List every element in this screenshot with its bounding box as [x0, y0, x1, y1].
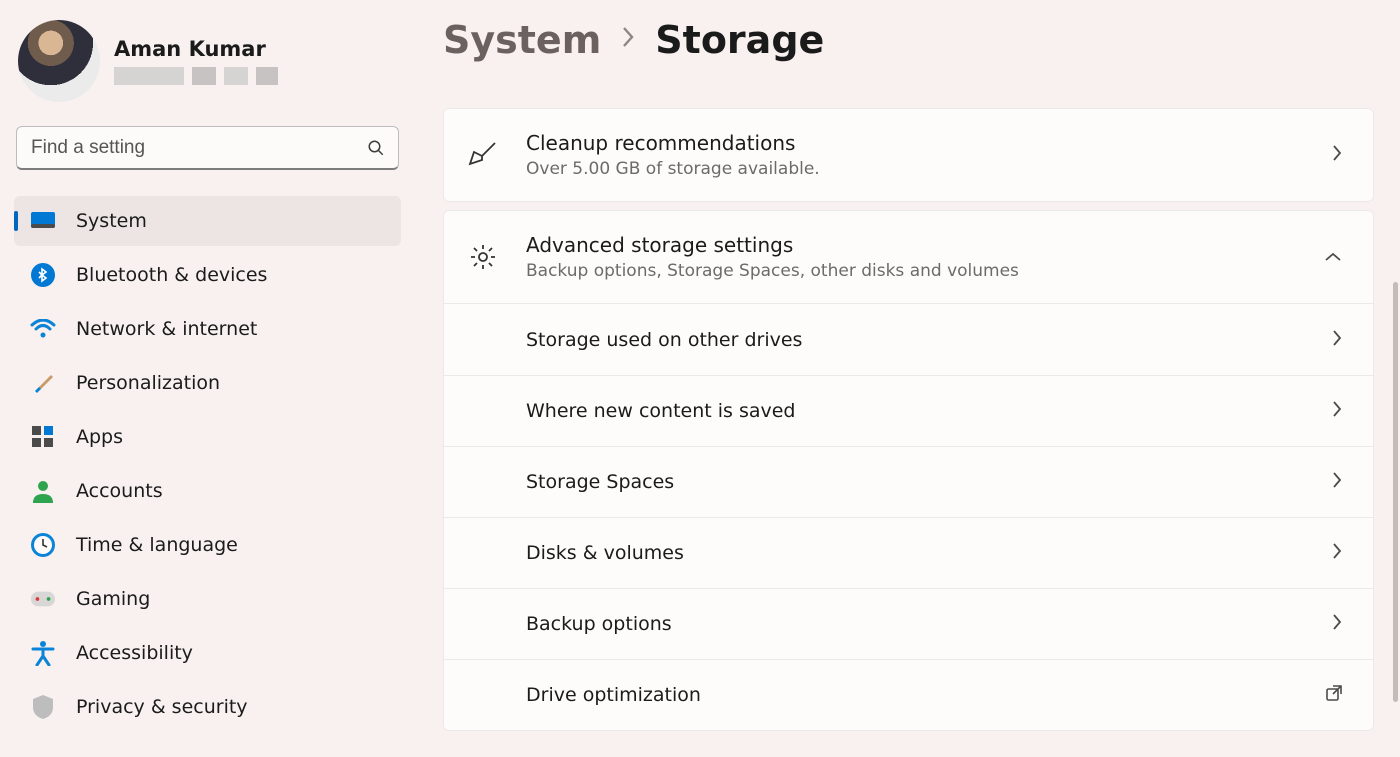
- breadcrumb-current: Storage: [655, 18, 824, 62]
- sub-storage-spaces[interactable]: Storage Spaces: [444, 446, 1373, 517]
- cleanup-recommendations-card[interactable]: Cleanup recommendations Over 5.00 GB of …: [443, 108, 1374, 202]
- sidebar-item-network[interactable]: Network & internet: [14, 304, 401, 354]
- sub-label: Disks & volumes: [526, 542, 1331, 564]
- main-content: System Storage Cleanup recommendations O…: [415, 0, 1400, 757]
- clock-icon: [30, 532, 56, 558]
- brush-icon: [30, 370, 56, 396]
- sidebar-item-gaming[interactable]: Gaming: [14, 574, 401, 624]
- sidebar-item-accounts[interactable]: Accounts: [14, 466, 401, 516]
- shield-icon: [30, 694, 56, 720]
- sidebar-item-label: Privacy & security: [76, 696, 248, 718]
- gamepad-icon: [30, 586, 56, 612]
- chevron-right-icon: [1331, 328, 1343, 352]
- scrollbar[interactable]: [1393, 92, 1398, 732]
- profile-block[interactable]: Aman Kumar: [14, 20, 401, 102]
- sub-label: Where new content is saved: [526, 400, 1331, 422]
- accessibility-icon: [30, 640, 56, 666]
- chevron-right-icon: [1331, 143, 1343, 167]
- bluetooth-icon: [30, 262, 56, 288]
- person-icon: [30, 478, 56, 504]
- sidebar-item-label: Bluetooth & devices: [76, 264, 267, 286]
- gear-icon: [468, 243, 498, 271]
- sidebar-item-time[interactable]: Time & language: [14, 520, 401, 570]
- sidebar-item-label: Apps: [76, 426, 123, 448]
- nav-list: System Bluetooth & devices Network & int…: [14, 196, 401, 736]
- chevron-right-icon: [1331, 541, 1343, 565]
- card-title: Advanced storage settings: [526, 233, 1323, 257]
- advanced-storage-header[interactable]: Advanced storage settings Backup options…: [444, 211, 1373, 303]
- sidebar-item-system[interactable]: System: [14, 196, 401, 246]
- advanced-storage-card: Advanced storage settings Backup options…: [443, 210, 1374, 731]
- sidebar-item-label: System: [76, 210, 147, 232]
- chevron-right-icon: [1331, 612, 1343, 636]
- external-link-icon: [1325, 684, 1343, 706]
- card-subtitle: Backup options, Storage Spaces, other di…: [526, 261, 1323, 281]
- chevron-up-icon: [1323, 248, 1343, 267]
- wifi-icon: [30, 316, 56, 342]
- sub-backup-options[interactable]: Backup options: [444, 588, 1373, 659]
- sidebar-item-label: Network & internet: [76, 318, 257, 340]
- search-wrap: [16, 126, 399, 170]
- sub-label: Backup options: [526, 613, 1331, 635]
- chevron-right-icon: [621, 26, 635, 54]
- scroll-thumb[interactable]: [1393, 282, 1398, 702]
- card-title: Cleanup recommendations: [526, 131, 1331, 155]
- sub-label: Storage Spaces: [526, 471, 1331, 493]
- display-icon: [30, 208, 56, 234]
- chevron-right-icon: [1331, 399, 1343, 423]
- avatar: [18, 20, 100, 102]
- sidebar-item-personalization[interactable]: Personalization: [14, 358, 401, 408]
- advanced-storage-sublist: Storage used on other drives Where new c…: [444, 303, 1373, 730]
- profile-name: Aman Kumar: [114, 37, 278, 61]
- card-subtitle: Over 5.00 GB of storage available.: [526, 159, 1331, 179]
- chevron-right-icon: [1331, 470, 1343, 494]
- sub-where-new-content[interactable]: Where new content is saved: [444, 375, 1373, 446]
- sidebar: Aman Kumar System Bluetooth & devices: [0, 0, 415, 757]
- breadcrumb: System Storage: [443, 18, 1374, 62]
- sidebar-item-privacy[interactable]: Privacy & security: [14, 682, 401, 732]
- sidebar-item-label: Accounts: [76, 480, 163, 502]
- sidebar-item-label: Personalization: [76, 372, 220, 394]
- sidebar-item-label: Gaming: [76, 588, 150, 610]
- search-icon: [367, 139, 385, 157]
- sidebar-item-apps[interactable]: Apps: [14, 412, 401, 462]
- profile-email-redacted: [114, 67, 278, 85]
- sub-drive-optimization[interactable]: Drive optimization: [444, 659, 1373, 730]
- sub-storage-other-drives[interactable]: Storage used on other drives: [444, 304, 1373, 375]
- sidebar-item-accessibility[interactable]: Accessibility: [14, 628, 401, 678]
- sub-label: Storage used on other drives: [526, 329, 1331, 351]
- sidebar-item-bluetooth[interactable]: Bluetooth & devices: [14, 250, 401, 300]
- breadcrumb-parent[interactable]: System: [443, 18, 601, 62]
- broom-icon: [468, 140, 498, 170]
- sub-label: Drive optimization: [526, 684, 1325, 706]
- sidebar-item-label: Time & language: [76, 534, 238, 556]
- sidebar-item-label: Accessibility: [76, 642, 193, 664]
- sub-disks-volumes[interactable]: Disks & volumes: [444, 517, 1373, 588]
- search-input[interactable]: [16, 126, 399, 170]
- apps-icon: [30, 424, 56, 450]
